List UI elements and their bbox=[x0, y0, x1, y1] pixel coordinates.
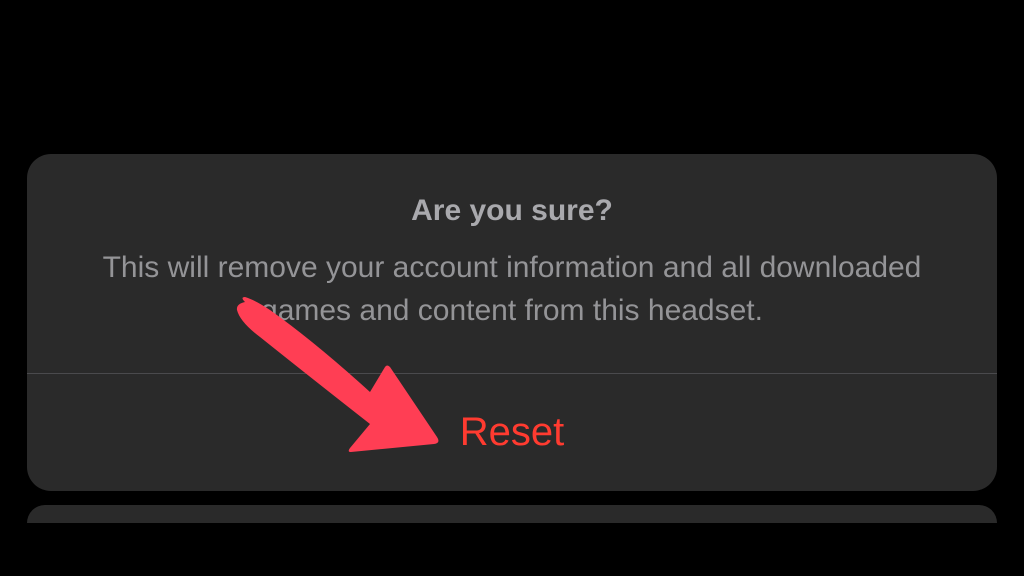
dialog-content: Are you sure? This will remove your acco… bbox=[27, 154, 997, 373]
dialog-title: Are you sure? bbox=[87, 194, 937, 228]
reset-button-label: Reset bbox=[460, 410, 565, 454]
dialog-message: This will remove your account informatio… bbox=[87, 246, 937, 333]
reset-button[interactable]: Reset bbox=[27, 374, 997, 491]
secondary-sheet-peek bbox=[27, 505, 997, 523]
dialog-container: Are you sure? This will remove your acco… bbox=[27, 154, 997, 523]
confirmation-sheet: Are you sure? This will remove your acco… bbox=[27, 154, 997, 491]
